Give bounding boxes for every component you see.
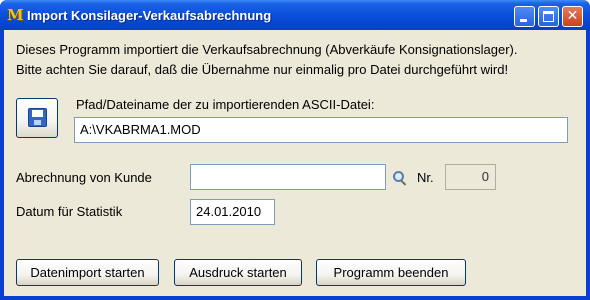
customer-label: Abrechnung von Kunde: [16, 170, 152, 185]
close-icon: ✕: [566, 8, 579, 24]
app-icon: M: [7, 6, 24, 24]
file-path-input[interactable]: A:\VKABRMA1.MOD: [74, 117, 568, 143]
print-button[interactable]: Ausdruck starten: [174, 259, 302, 286]
intro-text: Dieses Programm importiert die Verkaufsa…: [16, 40, 517, 80]
exit-button[interactable]: Programm beenden: [316, 259, 466, 286]
dialog-body: Dieses Programm importiert die Verkaufsa…: [4, 30, 586, 296]
magnifier-icon[interactable]: [393, 171, 407, 186]
customer-nr-field: 0: [445, 164, 496, 190]
date-label: Datum für Statistik: [16, 204, 123, 219]
browse-file-button[interactable]: [16, 98, 58, 138]
dialog-window: M Import Konsilager-Verkaufsabrechnung ✕…: [0, 0, 590, 300]
customer-input[interactable]: [190, 164, 386, 190]
minimize-button[interactable]: [514, 6, 535, 27]
intro-line-1: Dieses Programm importiert die Verkaufsa…: [16, 42, 518, 57]
maximize-icon: [543, 11, 554, 22]
file-path-label: Pfad/Dateiname der zu importierenden ASC…: [76, 97, 375, 112]
intro-line-2: Bitte achten Sie darauf, daß die Übernah…: [16, 62, 509, 77]
import-button[interactable]: Datenimport starten: [16, 259, 159, 286]
customer-nr-label: Nr.: [417, 170, 434, 185]
date-input[interactable]: 24.01.2010: [190, 199, 275, 225]
maximize-button[interactable]: [538, 6, 559, 27]
window-title: Import Konsilager-Verkaufsabrechnung: [27, 8, 272, 23]
title-bar[interactable]: M Import Konsilager-Verkaufsabrechnung ✕: [0, 0, 590, 30]
close-button[interactable]: ✕: [562, 6, 583, 27]
floppy-disk-icon: [28, 108, 47, 127]
minimize-icon: [520, 19, 527, 22]
